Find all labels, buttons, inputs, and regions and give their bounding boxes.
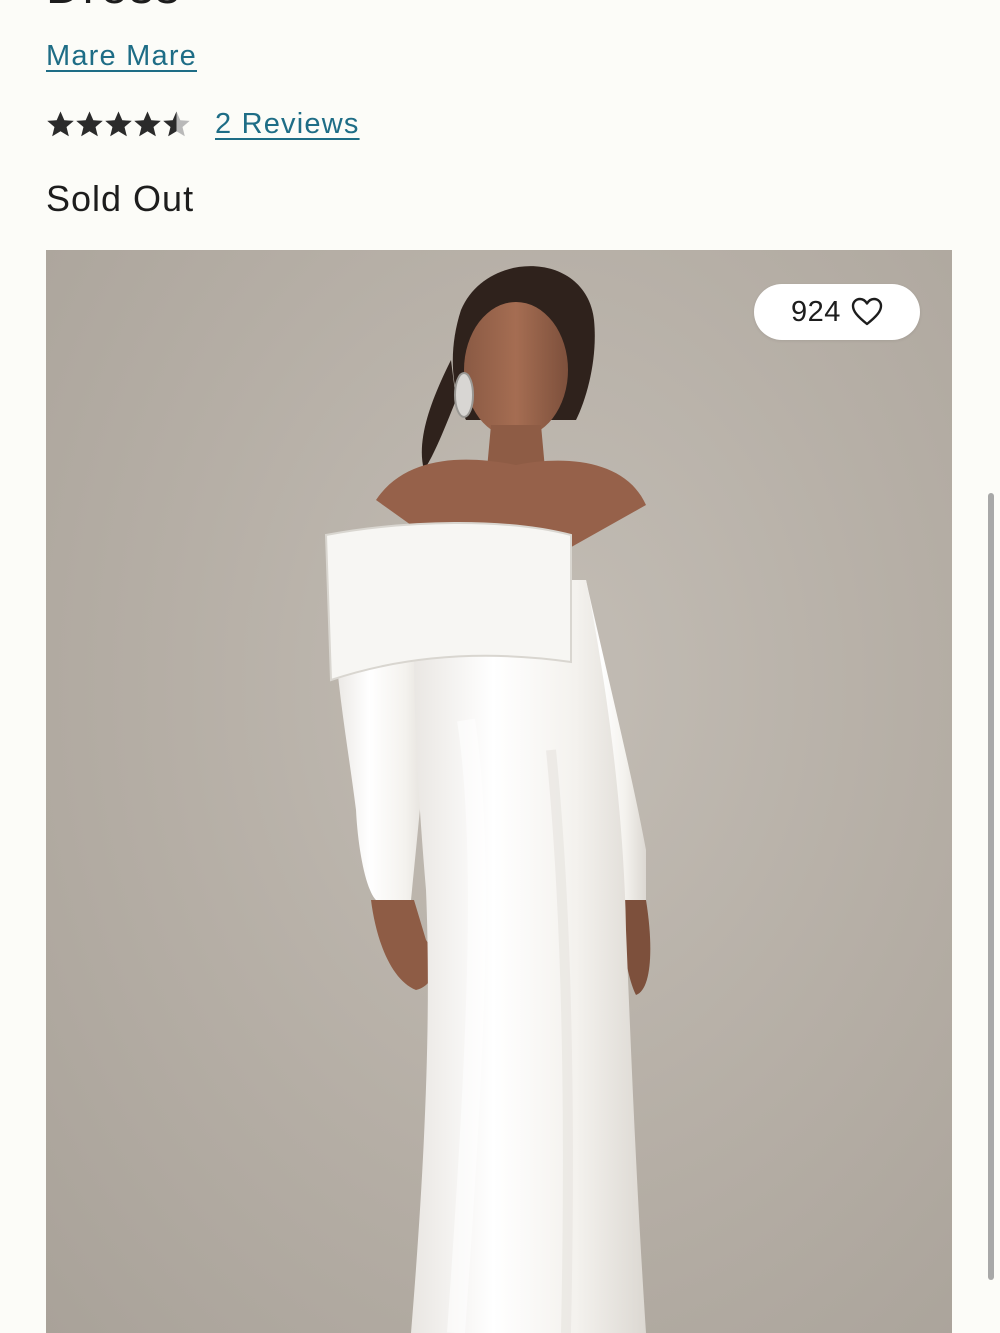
product-page: Dress Mare Mare 2 Reviews Sold Out [0,0,1000,1333]
product-image[interactable] [46,250,952,1333]
scrollbar-thumb[interactable] [988,493,994,1280]
star-full-icon [47,111,74,136]
reviews-link[interactable]: 2 Reviews [215,108,360,141]
brand-link[interactable]: Mare Mare [46,40,197,73]
availability-status: Sold Out [46,178,195,219]
dress-photo-illustration [324,266,651,1333]
star-rating[interactable] [46,110,191,139]
heart-outline-icon [851,297,883,326]
wishlist-button[interactable]: 924 [754,284,920,340]
star-full-icon [105,111,132,136]
star-full-icon [76,111,103,136]
star-full-icon [134,111,161,136]
star-half-icon [163,111,190,136]
wishlist-count: 924 [791,295,841,328]
rating-row: 2 Reviews [46,104,360,144]
product-title: Dress [46,0,181,15]
